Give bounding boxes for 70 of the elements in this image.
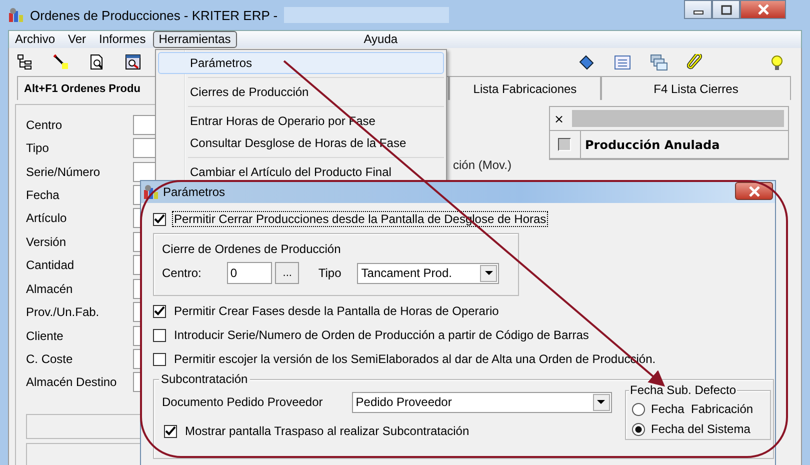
field-label: Centro <box>26 118 64 132</box>
field-label: Cantidad <box>26 258 76 272</box>
field-label: Almacén <box>26 282 74 296</box>
field-label: Cliente <box>26 328 64 342</box>
maximize-icon <box>720 4 732 14</box>
menu-item[interactable]: Informes <box>93 31 152 48</box>
field-label: Tipo <box>26 141 50 156</box>
field-label: Versión <box>26 234 68 249</box>
checkbox[interactable] <box>153 212 166 226</box>
tree-icon[interactable] <box>17 54 33 70</box>
document-search-icon[interactable] <box>89 54 105 70</box>
maximize-button[interactable] <box>712 0 740 19</box>
browse-button[interactable]: ... <box>275 262 300 284</box>
wand-icon[interactable] <box>53 54 69 70</box>
checkbox-label: Permitir Crear Fases desde la Pantalla de Horas de Operario <box>173 303 500 319</box>
radio-label: Fecha Fabricación <box>651 402 754 416</box>
group-title: Fecha Sub. Defecto <box>629 383 738 397</box>
tab-label: ción (Mov.) <box>453 158 512 172</box>
close-icon <box>756 4 770 15</box>
lightbulb-icon[interactable] <box>769 54 785 70</box>
dropdown-field[interactable]: Pedido Proveedor <box>352 392 612 412</box>
menu-item[interactable]: Ayuda <box>358 31 404 48</box>
list-icon[interactable] <box>614 54 631 70</box>
radio-button[interactable] <box>632 402 645 416</box>
menu-item[interactable]: Parámetros <box>158 52 444 74</box>
window-search-icon[interactable] <box>125 54 141 70</box>
group-title: Subcontratación <box>159 372 250 386</box>
app-icon <box>8 7 24 23</box>
minimize-button[interactable] <box>684 0 712 19</box>
checkbox[interactable] <box>153 352 166 366</box>
dropdown-arrow-icon <box>597 400 606 404</box>
checkbox[interactable] <box>153 328 166 342</box>
window-title: Ordenes de Producciones - KRITER ERP - <box>30 8 278 22</box>
field-label: Fecha <box>26 188 60 202</box>
tab[interactable]: F4 Lista Cierres <box>601 76 791 100</box>
field-label: C. Coste <box>26 352 74 366</box>
checkbox-label: Introducir Serie/Numero de Orden de Producción a partir de Código de Barras <box>173 327 590 343</box>
paperclip-icon[interactable] <box>687 54 704 70</box>
app-icon <box>143 184 159 200</box>
menu-item[interactable]: Cambiar el Artículo del Producto Final <box>158 161 444 183</box>
input-field[interactable]: 0 <box>227 262 272 284</box>
dropdown-arrow-icon <box>484 271 493 275</box>
dropdown-field[interactable]: Tancament Prod. <box>357 262 500 284</box>
field-label: Documento Pedido Proveedor <box>162 395 323 409</box>
radio-label: Fecha del Sistema <box>651 422 750 436</box>
row-label: Producción Anulada <box>580 131 720 158</box>
group-title: Cierre de Ordenes de Producción <box>162 242 342 256</box>
menu-item[interactable]: Consultar Desglose de Horas de la Fase <box>158 132 444 154</box>
menu-item[interactable]: Cierres de Producción <box>158 81 444 103</box>
field-label: Prov./Un.Fab. <box>26 305 100 320</box>
menu-item[interactable]: Ver <box>62 31 92 48</box>
field-label: Artículo <box>26 211 68 226</box>
menu-item[interactable]: Archivo <box>9 31 62 48</box>
field-label: Centro: <box>162 266 202 280</box>
close-icon <box>748 186 760 196</box>
field-label: Almacén Destino <box>26 375 118 390</box>
field-label: Serie/Número <box>26 164 102 179</box>
checkbox[interactable] <box>558 138 571 151</box>
close-mark[interactable]: × <box>554 112 564 126</box>
checkbox[interactable] <box>164 424 177 438</box>
checkbox-label: Mostrar pantalla Traspaso al realizar Subcontratación <box>184 423 470 439</box>
menu-item[interactable]: Herramientas <box>152 31 237 48</box>
radio-button[interactable] <box>632 422 645 436</box>
close-button[interactable] <box>735 182 773 200</box>
windows-icon[interactable] <box>650 54 668 70</box>
tab[interactable]: Lista Fabricaciones <box>449 76 601 100</box>
field-label: Tipo <box>318 266 342 280</box>
checkbox[interactable] <box>153 304 166 318</box>
dialog-title: Parámetros <box>163 185 226 199</box>
close-button[interactable] <box>740 0 786 19</box>
